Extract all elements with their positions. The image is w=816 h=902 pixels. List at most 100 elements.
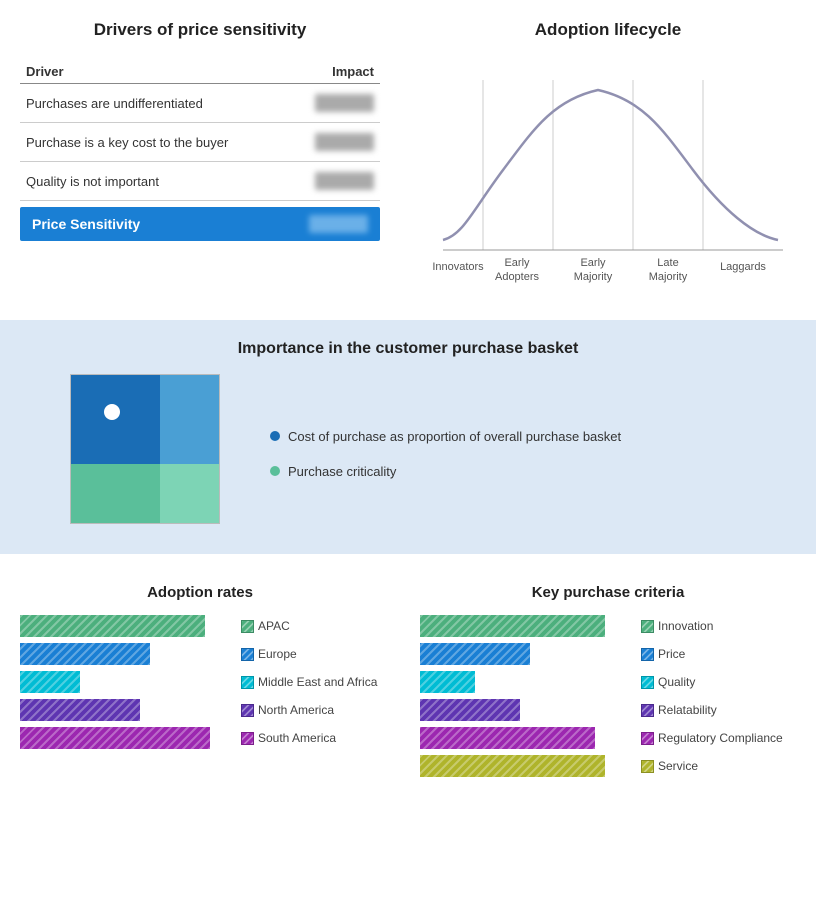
- bottom-section: Adoption rates APAC Europe: [0, 564, 816, 797]
- price-sensitivity-label: Price Sensitivity: [32, 216, 140, 232]
- svg-text:Early: Early: [504, 257, 530, 269]
- impact-value: Medium: [315, 94, 374, 112]
- bar-row: Europe: [20, 643, 380, 665]
- bar-container: [420, 699, 635, 721]
- bar-label: North America: [258, 703, 334, 717]
- impact-cell: Medium: [291, 123, 380, 162]
- bar: [420, 727, 595, 749]
- bar: [420, 643, 530, 665]
- legend-label: Purchase criticality: [288, 464, 396, 479]
- bar-label: Innovation: [658, 619, 713, 633]
- purchase-criteria-title: Key purchase criteria: [420, 584, 796, 601]
- bar-legend-icon: [241, 648, 254, 661]
- svg-text:Innovators: Innovators: [432, 261, 484, 273]
- bar-container: [420, 671, 635, 693]
- legend-label: Cost of purchase as proportion of overal…: [288, 429, 621, 444]
- bar-legend-icon: [641, 760, 654, 773]
- bar-container: [420, 643, 635, 665]
- adoption-rates-chart: APAC Europe Middle East and Africa: [20, 615, 380, 749]
- basket-quadrant-tr: [160, 375, 219, 464]
- bar-row: Regulatory Compliance: [420, 727, 796, 749]
- bar: [20, 699, 140, 721]
- bar-legend-icon: [641, 648, 654, 661]
- drivers-panel: Drivers of price sensitivity Driver Impa…: [0, 10, 400, 310]
- lifecycle-svg: Innovators Early Adopters Early Majority…: [423, 60, 793, 300]
- list-item: Cost of purchase as proportion of overal…: [270, 429, 621, 444]
- lifecycle-chart: Innovators Early Adopters Early Majority…: [423, 60, 793, 300]
- drivers-title: Drivers of price sensitivity: [20, 20, 380, 40]
- bar-legend-icon: [641, 732, 654, 745]
- bar: [20, 727, 210, 749]
- lifecycle-panel: Adoption lifecycle Innovators Early Adop…: [400, 10, 816, 310]
- legend-dot: [270, 466, 280, 476]
- bar-container: [20, 727, 235, 749]
- driver-cell: Purchases are undifferentiated: [20, 84, 291, 123]
- bar-legend-icon: [641, 676, 654, 689]
- bar-legend-icon: [641, 620, 654, 633]
- bar-row: Middle East and Africa: [20, 671, 380, 693]
- adoption-rates-title: Adoption rates: [20, 584, 380, 601]
- bar-label: Regulatory Compliance: [658, 731, 783, 745]
- bar-row: Innovation: [420, 615, 796, 637]
- bar: [20, 615, 205, 637]
- bar-container: [20, 671, 235, 693]
- bar-container: [420, 615, 635, 637]
- bar-row: Quality: [420, 671, 796, 693]
- basket-section: Importance in the customer purchase bask…: [0, 320, 816, 554]
- driver-table: Driver Impact Purchases are undifferenti…: [20, 60, 380, 201]
- legend-dot: [270, 431, 280, 441]
- adoption-rates-panel: Adoption rates APAC Europe: [0, 574, 400, 787]
- col-impact-header: Impact: [291, 60, 380, 84]
- col-driver-header: Driver: [20, 60, 291, 84]
- impact-cell: Medium: [291, 162, 380, 201]
- table-row: Purchases are undifferentiated Medium: [20, 84, 380, 123]
- bar-row: Service: [420, 755, 796, 777]
- basket-quadrant-bl: [71, 464, 160, 523]
- bar-legend-icon: [241, 732, 254, 745]
- purchase-criteria-panel: Key purchase criteria Innovation Price: [400, 574, 816, 787]
- bar: [420, 699, 520, 721]
- svg-text:Adopters: Adopters: [495, 271, 540, 283]
- purchase-criteria-chart: Innovation Price Quality: [420, 615, 796, 777]
- basket-title: Importance in the customer purchase bask…: [30, 340, 786, 358]
- basket-legend: Cost of purchase as proportion of overal…: [270, 429, 621, 479]
- bar: [420, 671, 475, 693]
- lifecycle-title: Adoption lifecycle: [420, 20, 796, 40]
- impact-cell: Medium: [291, 84, 380, 123]
- bar-legend-icon: [241, 620, 254, 633]
- bar-row: APAC: [20, 615, 380, 637]
- bar-container: [420, 727, 635, 749]
- bar-label: Europe: [258, 647, 297, 661]
- price-sensitivity-row[interactable]: Price Sensitivity Medium: [20, 207, 380, 241]
- table-row: Quality is not important Medium: [20, 162, 380, 201]
- bar-container: [20, 643, 235, 665]
- bar-legend-icon: [241, 704, 254, 717]
- bar-legend-icon: [641, 704, 654, 717]
- bar-container: [20, 699, 235, 721]
- bar-row: Price: [420, 643, 796, 665]
- bar-legend-icon: [241, 676, 254, 689]
- bar-label: South America: [258, 731, 336, 745]
- bar-row: South America: [20, 727, 380, 749]
- basket-content: Cost of purchase as proportion of overal…: [30, 374, 786, 534]
- basket-indicator-dot: [104, 404, 120, 420]
- svg-text:Early: Early: [580, 257, 606, 269]
- driver-cell: Quality is not important: [20, 162, 291, 201]
- bar: [20, 643, 150, 665]
- table-row: Purchase is a key cost to the buyer Medi…: [20, 123, 380, 162]
- basket-quadrant-br: [160, 464, 219, 523]
- bar: [20, 671, 80, 693]
- basket-grid: [70, 374, 220, 524]
- bar-label: Service: [658, 759, 698, 773]
- svg-text:Laggards: Laggards: [720, 261, 766, 273]
- svg-text:Late: Late: [657, 257, 678, 269]
- bar-label: Relatability: [658, 703, 717, 717]
- basket-visual: [70, 374, 230, 534]
- svg-text:Majority: Majority: [574, 271, 613, 283]
- driver-cell: Purchase is a key cost to the buyer: [20, 123, 291, 162]
- price-sensitivity-impact: Medium: [309, 215, 368, 233]
- bar-row: North America: [20, 699, 380, 721]
- svg-text:Majority: Majority: [649, 271, 688, 283]
- bar-label: Quality: [658, 675, 695, 689]
- bar-container: [20, 615, 235, 637]
